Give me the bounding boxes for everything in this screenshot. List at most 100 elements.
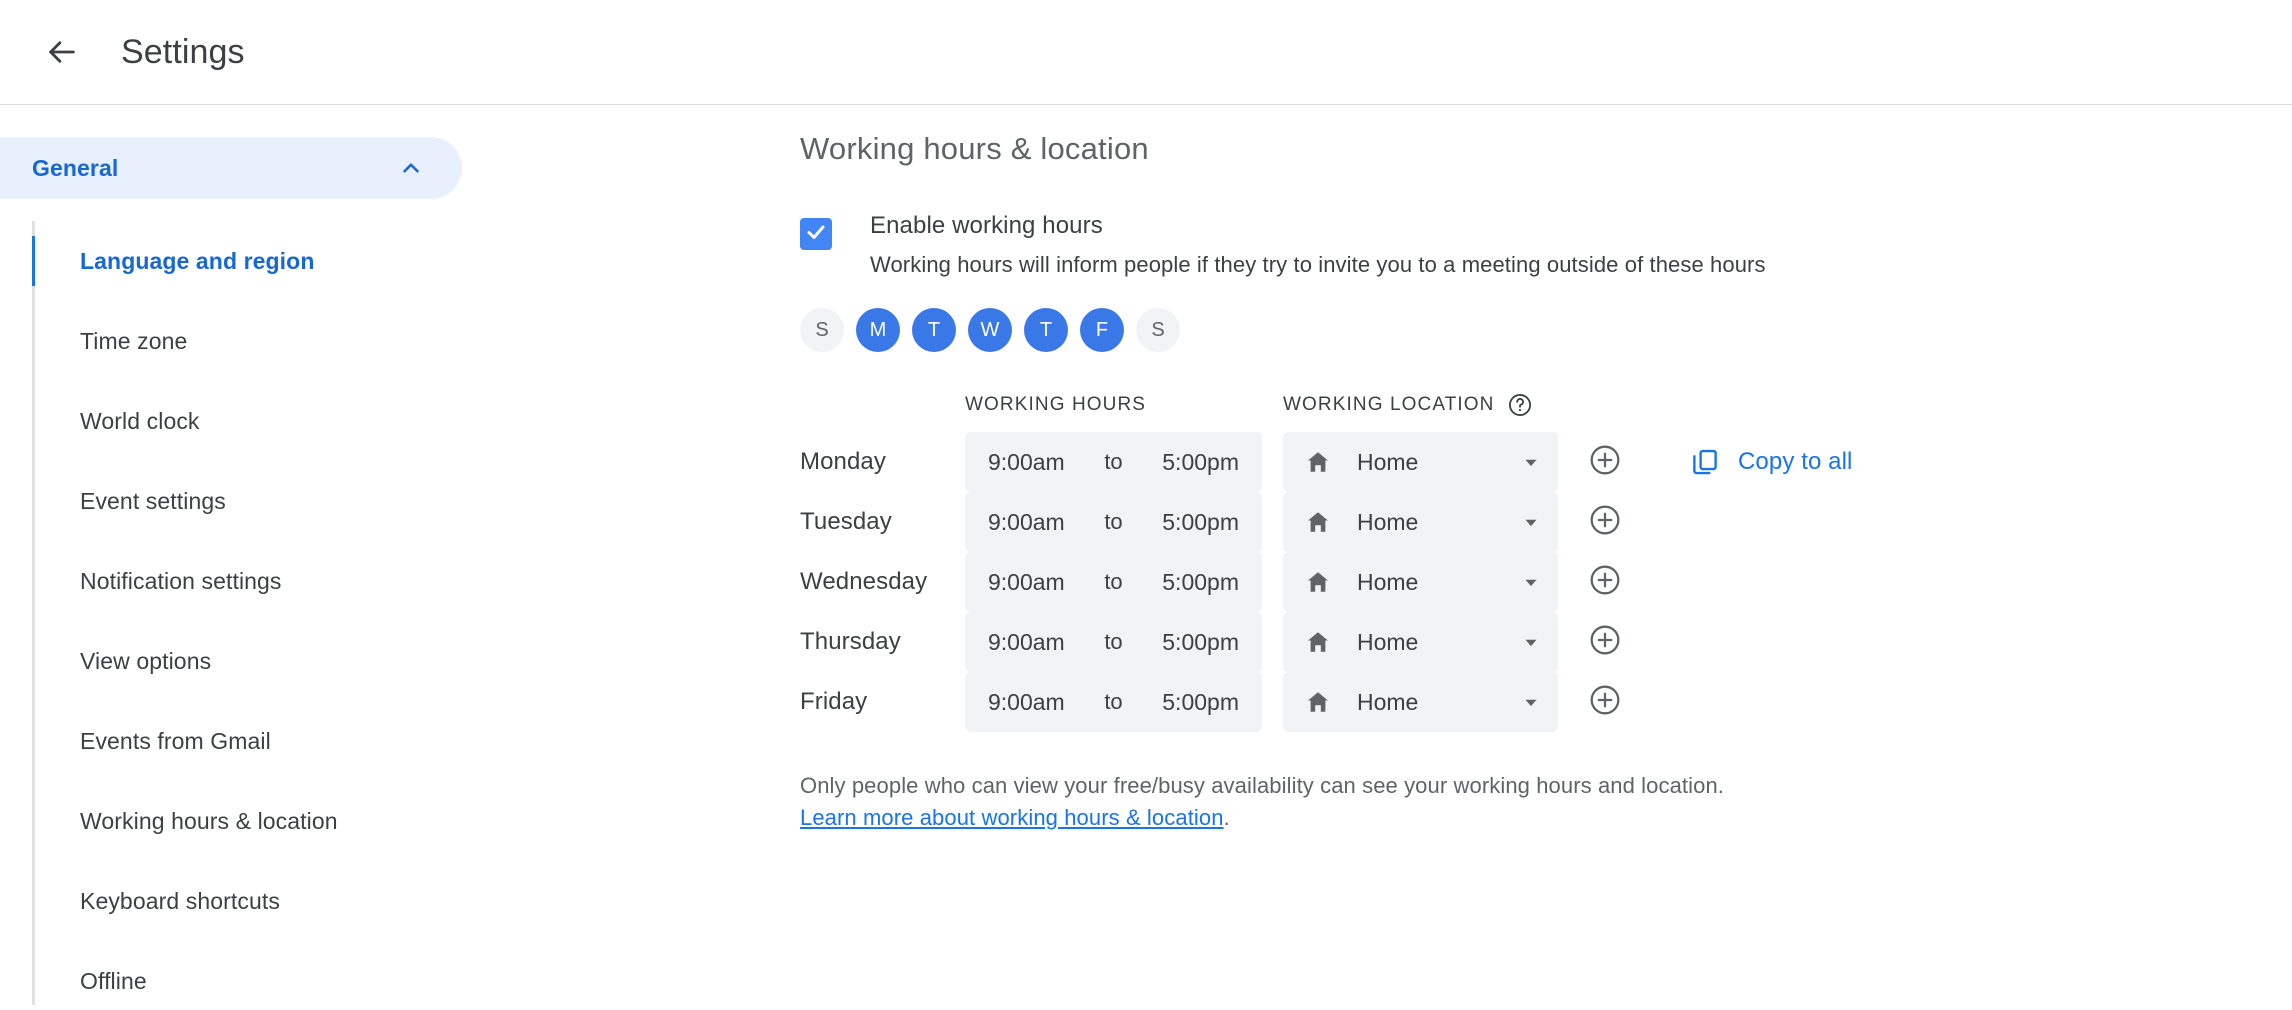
enable-working-hours-row: Enable working hours Working hours will …: [800, 209, 2252, 282]
day-toggle-sunday[interactable]: S: [800, 308, 844, 352]
sidebar-item-event-settings[interactable]: Event settings: [32, 461, 800, 541]
chevron-down-icon[interactable]: [1520, 631, 1542, 653]
working-location-value: Home: [1357, 688, 1419, 715]
content-area: General Language and region Time zone Wo…: [0, 105, 2292, 1010]
day-toggle-wednesday[interactable]: W: [968, 308, 1012, 352]
day-toggle-letter: S: [815, 318, 829, 341]
sidebar-item-keyboard-shortcuts[interactable]: Keyboard shortcuts: [32, 861, 800, 941]
enable-working-hours-label: Enable working hours: [870, 212, 1103, 239]
day-toggle-group: S M T W T F S: [800, 308, 2252, 352]
sidebar-item-language-and-region[interactable]: Language and region: [32, 221, 800, 301]
start-time-input[interactable]: 9:00am: [988, 689, 1065, 716]
plus-circle-icon: [1588, 443, 1622, 482]
privacy-footnote-text: Only people who can view your free/busy …: [800, 773, 1725, 798]
sidebar-item-notification-settings[interactable]: Notification settings: [32, 541, 800, 621]
day-toggle-letter: M: [869, 318, 887, 341]
plus-circle-icon: [1588, 683, 1622, 722]
day-toggle-monday[interactable]: M: [856, 308, 900, 352]
day-toggle-tuesday[interactable]: T: [912, 308, 956, 352]
copy-to-all-button[interactable]: Copy to all: [1690, 447, 1853, 477]
working-hours-field[interactable]: 9:00am to 5:00pm: [965, 492, 1262, 552]
add-working-location-button[interactable]: [1582, 619, 1628, 665]
working-location-select[interactable]: Home: [1283, 612, 1558, 672]
chevron-down-icon[interactable]: [1520, 511, 1542, 533]
chevron-down-icon[interactable]: [1520, 691, 1542, 713]
check-icon: [804, 220, 828, 249]
plus-circle-icon: [1588, 623, 1622, 662]
end-time-input[interactable]: 5:00pm: [1162, 569, 1239, 596]
time-separator: to: [1104, 569, 1123, 594]
home-icon: [1305, 689, 1331, 715]
sidebar-item-label: Language and region: [80, 247, 315, 274]
working-hours-field[interactable]: 9:00am to 5:00pm: [965, 552, 1262, 612]
working-location-select[interactable]: Home: [1283, 552, 1558, 612]
schedule-column-headers: WORKING HOURS WORKING LOCATION: [800, 392, 2252, 418]
end-time-input[interactable]: 5:00pm: [1162, 449, 1239, 476]
sidebar-group-label: General: [32, 154, 119, 181]
sidebar-item-label: Working hours & location: [80, 807, 338, 834]
sidebar-item-label: Offline: [80, 967, 147, 994]
chevron-down-icon[interactable]: [1520, 571, 1542, 593]
add-working-location-button[interactable]: [1582, 499, 1628, 545]
end-time-input[interactable]: 5:00pm: [1162, 629, 1239, 656]
working-location-value: Home: [1357, 568, 1419, 595]
time-separator: to: [1104, 509, 1123, 534]
chevron-up-icon[interactable]: [398, 155, 424, 181]
working-hours-field[interactable]: 9:00am to 5:00pm: [965, 672, 1262, 732]
sidebar-item-view-options[interactable]: View options: [32, 621, 800, 701]
working-hours-panel: Working hours & location Enable working …: [800, 105, 2292, 834]
sidebar-item-world-clock[interactable]: World clock: [32, 381, 800, 461]
home-icon: [1305, 509, 1331, 535]
day-toggle-friday[interactable]: F: [1080, 308, 1124, 352]
learn-more-link[interactable]: Learn more about working hours & locatio…: [800, 805, 1224, 830]
row-day-label: Monday: [800, 448, 886, 475]
time-separator: to: [1104, 689, 1123, 714]
settings-sidebar: General Language and region Time zone Wo…: [0, 105, 800, 1010]
start-time-input[interactable]: 9:00am: [988, 629, 1065, 656]
table-row: Thursday 9:00am to 5:00pm Home: [800, 612, 2252, 672]
add-working-location-button[interactable]: [1582, 439, 1628, 485]
page-title: Settings: [121, 32, 245, 71]
column-header-working-location-wrap: WORKING LOCATION: [1283, 392, 1533, 418]
working-location-select[interactable]: Home: [1283, 672, 1558, 732]
add-working-location-button[interactable]: [1582, 559, 1628, 605]
working-location-value: Home: [1357, 448, 1419, 475]
day-toggle-letter: T: [927, 318, 941, 341]
start-time-input[interactable]: 9:00am: [988, 569, 1065, 596]
start-time-input[interactable]: 9:00am: [988, 509, 1065, 536]
table-row: Tuesday 9:00am to 5:00pm Home: [800, 492, 2252, 552]
sidebar-item-offline[interactable]: Offline: [32, 941, 800, 1010]
row-day-label: Tuesday: [800, 508, 892, 535]
working-location-select[interactable]: Home: [1283, 492, 1558, 552]
end-time-input[interactable]: 5:00pm: [1162, 689, 1239, 716]
sidebar-item-time-zone[interactable]: Time zone: [32, 301, 800, 381]
sidebar-item-label: Notification settings: [80, 567, 282, 594]
chevron-down-icon[interactable]: [1520, 451, 1542, 473]
end-time-input[interactable]: 5:00pm: [1162, 509, 1239, 536]
row-day-label: Friday: [800, 688, 868, 715]
help-circle-icon[interactable]: [1507, 392, 1533, 418]
enable-working-hours-checkbox[interactable]: [800, 218, 832, 250]
plus-circle-icon: [1588, 503, 1622, 542]
add-working-location-button[interactable]: [1582, 679, 1628, 725]
arrow-left-icon: [45, 35, 79, 69]
start-time-input[interactable]: 9:00am: [988, 449, 1065, 476]
home-icon: [1305, 569, 1331, 595]
home-icon: [1305, 449, 1331, 475]
enable-working-hours-texts: Enable working hours Working hours will …: [870, 209, 1766, 282]
back-button[interactable]: [32, 22, 92, 82]
sidebar-group-general[interactable]: General: [0, 137, 462, 199]
working-hours-field[interactable]: 9:00am to 5:00pm: [965, 432, 1262, 492]
day-toggle-saturday[interactable]: S: [1136, 308, 1180, 352]
working-location-select[interactable]: Home: [1283, 432, 1558, 492]
copy-to-all-label: Copy to all: [1738, 448, 1853, 475]
sidebar-item-working-hours-and-location[interactable]: Working hours & location: [32, 781, 800, 861]
time-separator: to: [1104, 449, 1123, 474]
day-toggle-thursday[interactable]: T: [1024, 308, 1068, 352]
sidebar-item-events-from-gmail[interactable]: Events from Gmail: [32, 701, 800, 781]
home-icon: [1305, 629, 1331, 655]
table-row: Monday 9:00am to 5:00pm Home Copy to all: [800, 432, 2252, 492]
sidebar-item-label: View options: [80, 647, 212, 674]
plus-circle-icon: [1588, 563, 1622, 602]
working-hours-field[interactable]: 9:00am to 5:00pm: [965, 612, 1262, 672]
